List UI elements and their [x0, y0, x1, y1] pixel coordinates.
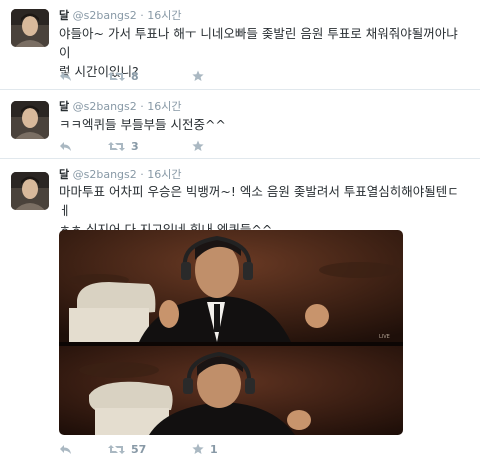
avatar-image [11, 101, 49, 139]
favorite-count: 1 [210, 442, 218, 456]
separator: · [140, 100, 144, 113]
star-icon [192, 140, 204, 151]
avatar[interactable] [11, 172, 49, 210]
favorite-button[interactable] [192, 138, 210, 154]
favorite-button[interactable]: 1 [192, 441, 218, 457]
retweet-icon [108, 71, 125, 81]
star-icon [192, 443, 204, 454]
avatar[interactable] [11, 101, 49, 139]
retweet-icon [108, 444, 125, 454]
star-icon [192, 70, 204, 81]
tweet[interactable]: 달 @s2bangs2 · 16시간 ㅋㅋ엑퀴들 부들부들 시전중^^ 3 [0, 90, 480, 159]
reply-button[interactable] [59, 441, 72, 457]
reply-icon [60, 72, 71, 81]
separator: · [140, 168, 144, 181]
timestamp[interactable]: 16시간 [147, 9, 181, 22]
retweet-button[interactable]: 8 [108, 68, 139, 84]
avatar-image [11, 172, 49, 210]
reply-icon [60, 142, 71, 151]
retweet-count: 57 [131, 442, 147, 456]
media-caption: LIVE [379, 334, 390, 340]
tweet-header: 달 @s2bangs2 · 16시간 [59, 168, 182, 182]
display-name[interactable]: 달 [59, 9, 69, 22]
timestamp[interactable]: 16시간 [147, 168, 181, 181]
favorite-button[interactable] [192, 68, 210, 84]
avatar-image [11, 9, 49, 47]
photo-image: LIVE [59, 230, 403, 435]
display-name[interactable]: 달 [59, 100, 69, 113]
retweet-count: 8 [131, 69, 139, 83]
retweet-button[interactable]: 57 [108, 441, 146, 457]
tweet[interactable]: 달 @s2bangs2 · 16시간 야들아~ 가서 투표나 해ㅜ 니네오빠들 … [0, 0, 480, 90]
retweet-count: 3 [131, 139, 139, 153]
username[interactable]: @s2bangs2 [73, 168, 137, 181]
tweet[interactable]: 달 @s2bangs2 · 16시간 마마투표 어차피 우승은 빅뱅꺼~! 엑소… [0, 159, 480, 458]
reply-button[interactable] [59, 68, 72, 84]
tweet-timeline: 달 @s2bangs2 · 16시간 야들아~ 가서 투표나 해ㅜ 니네오빠들 … [0, 0, 480, 458]
username[interactable]: @s2bangs2 [73, 100, 137, 113]
timestamp[interactable]: 16시간 [147, 100, 181, 113]
tweet-text-line: ㅋㅋ엑퀴들 부들부들 시전중^^ [59, 117, 226, 132]
separator: · [140, 9, 144, 22]
username[interactable]: @s2bangs2 [73, 9, 137, 22]
tweet-header: 달 @s2bangs2 · 16시간 [59, 100, 182, 114]
reply-button[interactable] [59, 138, 72, 154]
reply-icon [60, 445, 71, 454]
tweet-header: 달 @s2bangs2 · 16시간 [59, 9, 182, 23]
tweet-text-line: 마마투표 어차피 우승은 빅뱅꺼~! 엑소 음원 좆발려서 투표열심히해야될텐ㄷ… [59, 184, 459, 218]
tweet-text-line: 야들아~ 가서 투표나 해ㅜ 니네오빠들 좆발린 음원 투표로 채워줘야될꺼아냐… [59, 26, 458, 60]
tweet-media-photo[interactable]: LIVE [59, 230, 403, 435]
avatar[interactable] [11, 9, 49, 47]
display-name[interactable]: 달 [59, 168, 69, 181]
tweet-text: ㅋㅋ엑퀴들 부들부들 시전중^^ [59, 115, 459, 134]
retweet-icon [108, 141, 125, 151]
retweet-button[interactable]: 3 [108, 138, 139, 154]
